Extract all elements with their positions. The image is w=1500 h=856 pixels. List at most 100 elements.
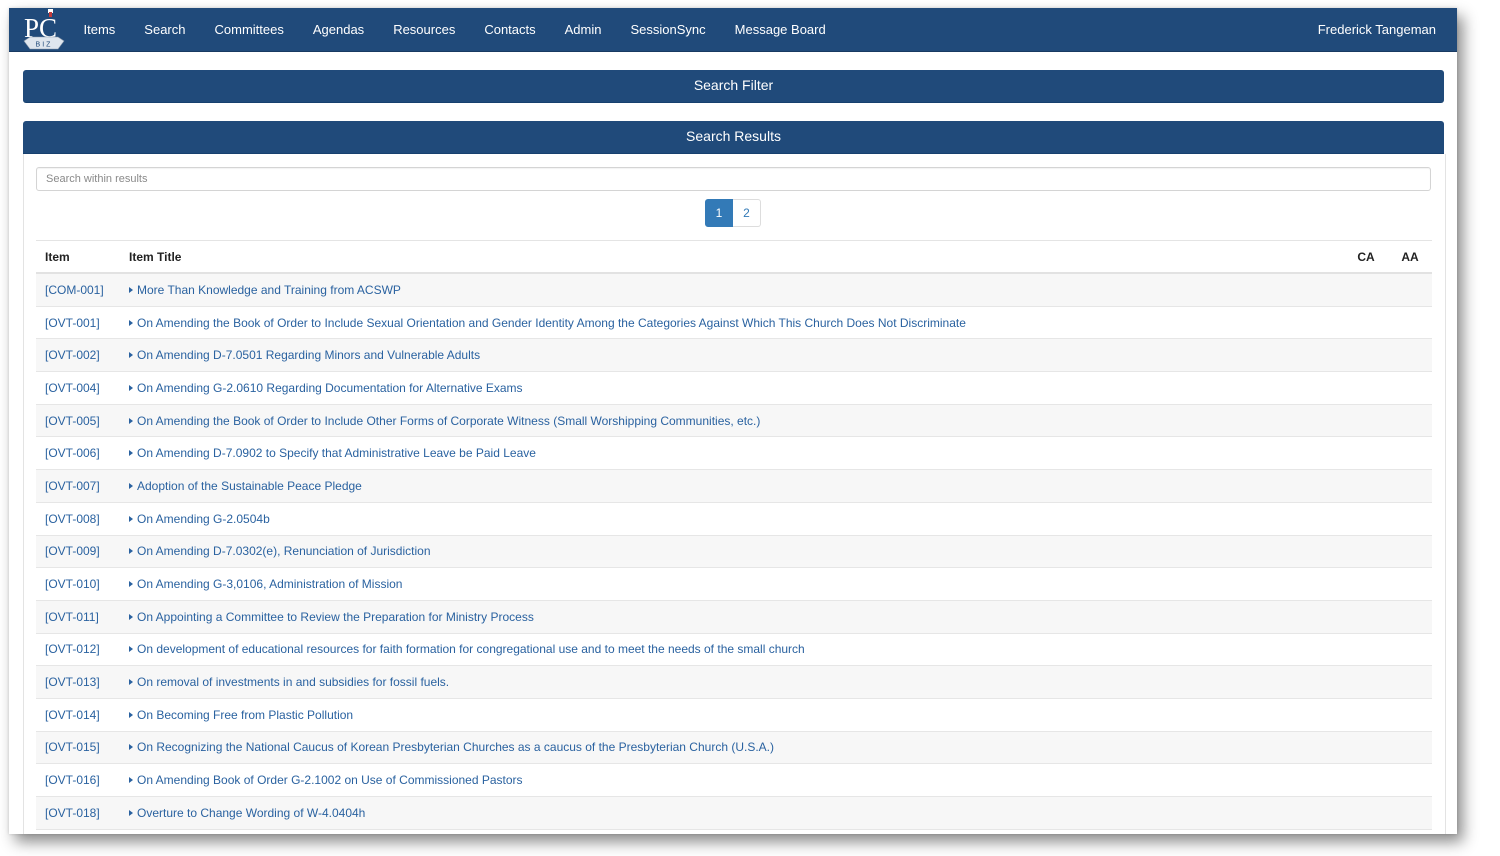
item-title-link[interactable]: On Amending D-7.0302(e), Renunciation of…: [129, 544, 1344, 558]
table-row: [OVT-015] On Recognizing the National Ca…: [36, 731, 1432, 765]
item-title-text: More Than Knowledge and Training from AC…: [137, 282, 401, 297]
item-title-link[interactable]: On Amending G-3,0106, Administration of …: [129, 577, 1344, 591]
nav-item-message-board[interactable]: Message Board: [720, 8, 840, 51]
results-table: Item Item Title CA AA [COM-001] More Tha…: [36, 240, 1432, 834]
user-menu[interactable]: Frederick Tangeman: [1318, 8, 1436, 51]
item-title-text: On Recognizing the National Caucus of Ko…: [137, 740, 774, 755]
nav-item-search[interactable]: Search: [130, 8, 200, 51]
table-row: [OVT-004] On Amending G-2.0610 Regarding…: [36, 372, 1432, 405]
caret-right-icon: [129, 744, 133, 751]
column-header-item-title[interactable]: Item Title: [129, 250, 1344, 264]
item-title-text: On removal of investments in and subsidi…: [137, 675, 450, 690]
nav-item-agendas[interactable]: Agendas: [298, 8, 378, 51]
item-id-link[interactable]: [OVT-007]: [36, 479, 129, 493]
logo-subtext: BIZ: [36, 42, 53, 49]
item-id-link[interactable]: [OVT-014]: [36, 708, 129, 722]
item-title-link[interactable]: On Recognizing the National Caucus of Ko…: [129, 740, 1344, 754]
item-title-link[interactable]: On Amending the Book of Order to Include…: [129, 316, 1344, 330]
caret-right-icon: [129, 482, 133, 489]
item-id-link[interactable]: [OVT-001]: [36, 316, 129, 330]
item-id-link[interactable]: [OVT-008]: [36, 512, 129, 526]
top-navbar: PC BIZ Items Search Committees Agendas R…: [9, 8, 1457, 52]
table-header: Item Item Title CA AA: [36, 241, 1432, 274]
item-id-link[interactable]: [OVT-005]: [36, 414, 129, 428]
item-title-link[interactable]: On Amending G-2.0610 Regarding Documenta…: [129, 381, 1344, 395]
table-row: [OVT-011] On Appointing a Committee to R…: [36, 600, 1432, 634]
table-row: [OVT-016] On Amending Book of Order G-2.…: [36, 764, 1432, 797]
caret-right-icon: [129, 809, 133, 816]
item-title-text: On Amending D-7.0302(e), Renunciation of…: [137, 544, 431, 559]
nav-menu: Items Search Committees Agendas Resource…: [69, 8, 840, 51]
search-within-results-input[interactable]: [36, 167, 1431, 191]
item-title-text: On Becoming Free from Plastic Pollution: [137, 707, 354, 722]
item-title-link[interactable]: Adoption of the Sustainable Peace Pledge: [129, 479, 1344, 493]
table-row: [OVT-005] On Amending the Book of Order …: [36, 404, 1432, 438]
item-title-link[interactable]: On Amending Book of Order G-2.1002 on Us…: [129, 773, 1344, 787]
caret-right-icon: [129, 679, 133, 686]
item-id-link[interactable]: [OVT-013]: [36, 675, 129, 689]
nav-item-contacts[interactable]: Contacts: [470, 8, 550, 51]
item-id-link[interactable]: [OVT-015]: [36, 740, 129, 754]
item-title-link[interactable]: On Appointing a Committee to Review the …: [129, 610, 1344, 624]
table-row: [OVT-001] On Amending the Book of Order …: [36, 307, 1432, 340]
item-title-link[interactable]: On Becoming Free from Plastic Pollution: [129, 708, 1344, 722]
table-row: [COM-001] More Than Knowledge and Traini…: [36, 274, 1432, 307]
item-title-text: On Amending the Book of Order to Include…: [137, 315, 966, 330]
item-title-link[interactable]: On Amending the Book of Order to Include…: [129, 414, 1344, 428]
item-title-text: Adoption of the Sustainable Peace Pledge: [137, 478, 362, 493]
nav-item-sessionsync[interactable]: SessionSync: [616, 8, 720, 51]
table-row: [OVT-014] On Becoming Free from Plastic …: [36, 699, 1432, 732]
item-id-link[interactable]: [OVT-010]: [36, 577, 129, 591]
caret-right-icon: [129, 548, 133, 555]
item-title-link[interactable]: Overture to Change Wording of W-4.0404h: [129, 806, 1344, 820]
item-id-link[interactable]: [OVT-006]: [36, 446, 129, 460]
caret-right-icon: [129, 646, 133, 653]
item-id-link[interactable]: [OVT-002]: [36, 348, 129, 362]
item-title-text: On Amending D-7.0501 Regarding Minors an…: [137, 348, 481, 363]
item-title-link[interactable]: More Than Knowledge and Training from AC…: [129, 283, 1344, 297]
column-header-aa[interactable]: AA: [1388, 250, 1432, 264]
item-id-link[interactable]: [OVT-009]: [36, 544, 129, 558]
table-row: [OVT-009] On Amending D-7.0302(e), Renun…: [36, 535, 1432, 569]
search-results-header: Search Results: [23, 121, 1444, 154]
item-title-text: Overture to Change Wording of W-4.0404h: [137, 805, 366, 820]
nav-item-admin[interactable]: Admin: [550, 8, 616, 51]
item-id-link[interactable]: [OVT-004]: [36, 381, 129, 395]
caret-right-icon: [129, 384, 133, 391]
table-row: [OVT-018] Overture to Change Wording of …: [36, 797, 1432, 830]
item-id-link[interactable]: [OVT-018]: [36, 806, 129, 820]
caret-right-icon: [129, 286, 133, 293]
search-filter-toggle[interactable]: Search Filter: [23, 70, 1444, 103]
item-title-text: On Amending the Book of Order to Include…: [137, 413, 761, 428]
caret-right-icon: [129, 613, 133, 620]
item-id-link[interactable]: [OVT-012]: [36, 642, 129, 656]
nav-item-committees[interactable]: Committees: [200, 8, 298, 51]
search-results-panel: 1 2 Item Item Title CA AA [COM-001] More…: [23, 154, 1446, 834]
table-row: [OVT-013] On removal of investments in a…: [36, 666, 1432, 699]
item-id-link[interactable]: [OVT-011]: [36, 610, 129, 624]
column-header-ca[interactable]: CA: [1344, 250, 1388, 264]
nav-item-items[interactable]: Items: [69, 8, 130, 51]
table-row: [OVT-012] On development of educational …: [36, 634, 1432, 667]
pc-biz-logo[interactable]: PC BIZ: [21, 8, 67, 51]
browser-window: PC BIZ Items Search Committees Agendas R…: [9, 8, 1457, 834]
item-title-link[interactable]: On removal of investments in and subsidi…: [129, 675, 1344, 689]
table-row: [OVT-010] On Amending G-3,0106, Administ…: [36, 568, 1432, 601]
item-title-link[interactable]: On development of educational resources …: [129, 642, 1344, 656]
nav-item-resources[interactable]: Resources: [379, 8, 470, 51]
item-title-link[interactable]: On Amending D-7.0501 Regarding Minors an…: [129, 348, 1344, 362]
column-header-item[interactable]: Item: [36, 250, 129, 264]
page-button-1[interactable]: 1: [705, 199, 733, 227]
page-button-2[interactable]: 2: [733, 199, 761, 227]
item-title-text: On Appointing a Committee to Review the …: [137, 609, 534, 624]
pagination: 1 2: [705, 199, 761, 227]
item-title-link[interactable]: On Amending G-2.0504b: [129, 512, 1344, 526]
item-id-link[interactable]: [OVT-016]: [36, 773, 129, 787]
table-row: [OVT-008] On Amending G-2.0504b: [36, 503, 1432, 536]
caret-right-icon: [129, 711, 133, 718]
item-id-link[interactable]: [COM-001]: [36, 283, 129, 297]
item-title-link[interactable]: On Amending D-7.0902 to Specify that Adm…: [129, 446, 1344, 460]
table-row: [OVT-007] Adoption of the Sustainable Pe…: [36, 470, 1432, 503]
caret-right-icon: [129, 319, 133, 326]
table-row: [OVT-019] On Amending G-2.0805 to Includ…: [36, 830, 1432, 834]
